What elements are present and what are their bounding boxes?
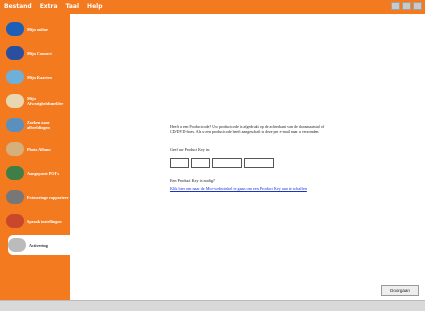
menu-bar: Bestand Extra Taal Help [4, 1, 103, 13]
product-key-prompt: Geef uw Product Key in: [170, 147, 210, 152]
sidebar-item-activering[interactable]: Activering [8, 235, 70, 255]
app-window: Bestand Extra Taal Help Mijn online Mijn… [0, 0, 425, 311]
envelope-icon [6, 94, 24, 108]
sidebar-item-mijn-online[interactable]: Mijn online [6, 19, 70, 39]
window-controls [391, 2, 422, 10]
sidebar-item-label: Mijn online [27, 26, 48, 32]
activation-intro-text: Heeft u een Productcode? Uw productcode … [170, 124, 325, 134]
sidebar-item-label: Mijn Kaarten [27, 74, 52, 80]
activation-icon [8, 238, 26, 252]
sidebar-item-spraak-instellingen[interactable]: Spraak instellingen [6, 211, 70, 231]
menu-bestand[interactable]: Bestand [4, 1, 32, 13]
sidebar-item-fotoseringe-rapporteer[interactable]: Fotoseringe rapporteer [6, 187, 70, 207]
sidebar-item-mijn-connect[interactable]: Mijn Connect [6, 43, 70, 63]
webshop-link[interactable]: Klik hier om naar de Mio-webwinkel te ga… [170, 186, 307, 191]
sidebar-item-photo-album[interactable]: Photo Album [6, 139, 70, 159]
main-panel: Heeft u een Productcode? Uw productcode … [70, 14, 425, 300]
close-button[interactable] [413, 2, 422, 10]
sidebar-item-label: Fotoseringe rapporteer [27, 194, 69, 200]
speech-icon [6, 214, 24, 228]
keyboard-icon [6, 190, 24, 204]
menu-help[interactable]: Help [87, 1, 102, 13]
menu-extra[interactable]: Extra [40, 1, 58, 13]
continue-button[interactable]: Doorgaan [381, 285, 419, 296]
sidebar-item-label: Aangepaste POI's [27, 170, 59, 176]
sidebar-item-label: Mijn Connect [27, 50, 52, 56]
sidebar-item-label: Photo Album [27, 146, 51, 152]
sidebar-item-label: Spraak instellingen [27, 218, 62, 224]
sidebar-item-label: Mijn Afwezigheidsmelder [27, 96, 64, 106]
photo-album-icon [6, 142, 24, 156]
maximize-button[interactable] [402, 2, 411, 10]
sidebar-item-label: Activering [29, 242, 48, 248]
title-bar: Bestand Extra Taal Help [0, 0, 425, 14]
product-key-question: Een Product Key is nodig? [170, 178, 215, 183]
sidebar: Mijn online Mijn Connect Mijn Kaarten Mi… [0, 14, 70, 300]
sidebar-item-aangepaste-pois[interactable]: Aangepaste POI's [6, 163, 70, 183]
picture-search-icon [6, 118, 24, 132]
poi-icon [6, 166, 24, 180]
product-key-field-3[interactable] [212, 158, 242, 168]
product-key-field-4[interactable] [244, 158, 274, 168]
sidebar-item-mijn-afwezigheidsmelder[interactable]: Mijn Afwezigheidsmelder [6, 91, 70, 111]
product-key-fields [170, 158, 274, 168]
maps-icon [6, 70, 24, 84]
sidebar-item-label: Zoeken naar afbeeldingen [27, 120, 50, 130]
status-bar [0, 300, 425, 311]
sidebar-item-mijn-kaarten[interactable]: Mijn Kaarten [6, 67, 70, 87]
product-key-field-1[interactable] [170, 158, 189, 168]
menu-taal[interactable]: Taal [66, 1, 79, 13]
minimize-button[interactable] [391, 2, 400, 10]
product-key-field-2[interactable] [191, 158, 210, 168]
globe-connect-icon [6, 46, 24, 60]
sidebar-item-zoeken-naar-afbeeldingen[interactable]: Zoeken naar afbeeldingen [6, 115, 70, 135]
network-icon [6, 22, 24, 36]
